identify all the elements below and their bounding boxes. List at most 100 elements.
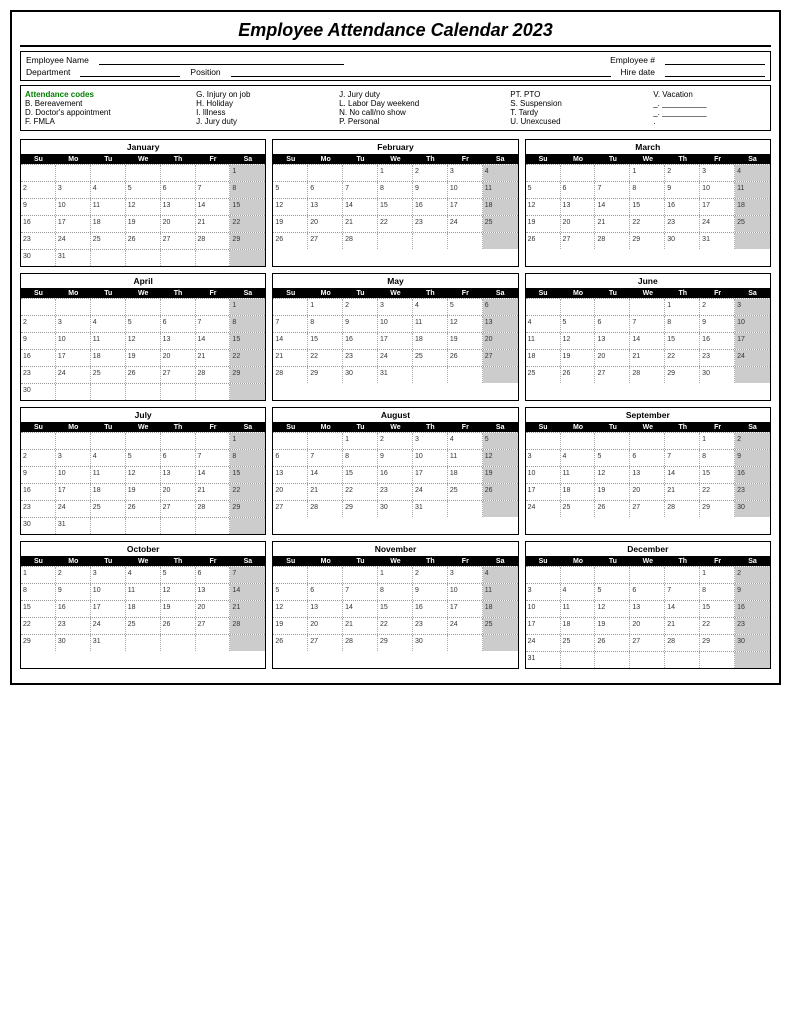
cal-cell bbox=[483, 367, 518, 383]
cal-cell: 13 bbox=[308, 601, 343, 617]
day-number: 9 bbox=[23, 470, 27, 477]
cal-cell: 12 bbox=[126, 199, 161, 215]
cal-cell: 7 bbox=[196, 182, 231, 198]
code-l: L. Labor Day weekend bbox=[339, 99, 508, 108]
cal-cell: 21 bbox=[196, 216, 231, 232]
day-header-sa: Sa bbox=[735, 289, 770, 298]
day-number: 1 bbox=[380, 570, 384, 577]
day-number: 2 bbox=[23, 453, 27, 460]
week-4: 262728 bbox=[273, 232, 517, 249]
cal-cell: 19 bbox=[595, 618, 630, 634]
cal-cell bbox=[735, 367, 770, 383]
calendar-september: SeptemberSuMoTuWeThFrSa12345678910111213… bbox=[525, 407, 771, 535]
week-1: 567891011 bbox=[273, 583, 517, 600]
week-3: 18192021222324 bbox=[526, 349, 770, 366]
cal-cell bbox=[526, 299, 561, 315]
day-number: 8 bbox=[380, 185, 384, 192]
day-number: 22 bbox=[667, 353, 675, 360]
day-number: 1 bbox=[23, 570, 27, 577]
cal-cell: 25 bbox=[91, 501, 126, 517]
day-number: 29 bbox=[232, 370, 240, 377]
day-number: 24 bbox=[450, 621, 458, 628]
day-number: 7 bbox=[310, 453, 314, 460]
code-n: N. No call/no show bbox=[339, 108, 508, 117]
day-number: 21 bbox=[310, 487, 318, 494]
day-number: 22 bbox=[232, 487, 240, 494]
day-headers: SuMoTuWeThFrSa bbox=[273, 423, 517, 432]
cal-cell: 25 bbox=[561, 635, 596, 651]
cal-cell: 21 bbox=[665, 618, 700, 634]
cal-cell bbox=[273, 165, 308, 181]
day-number: 11 bbox=[485, 185, 492, 192]
day-number: 14 bbox=[345, 202, 353, 209]
cal-cell: 6 bbox=[161, 182, 196, 198]
day-number: 2 bbox=[737, 570, 741, 577]
day-number: 3 bbox=[450, 168, 454, 175]
cal-cell: 19 bbox=[448, 333, 483, 349]
day-number: 11 bbox=[128, 587, 135, 594]
cal-cell: 6 bbox=[595, 316, 630, 332]
day-number: 5 bbox=[597, 453, 601, 460]
cal-cell: 2 bbox=[21, 450, 56, 466]
day-number: 28 bbox=[275, 370, 283, 377]
calendar-november: NovemberSuMoTuWeThFrSa123456789101112131… bbox=[272, 541, 518, 669]
day-header-th: Th bbox=[413, 155, 448, 164]
day-number: 27 bbox=[163, 236, 171, 243]
cal-cell: 16 bbox=[56, 601, 91, 617]
day-number: 13 bbox=[198, 587, 206, 594]
day-number: 8 bbox=[232, 453, 236, 460]
cal-cell: 17 bbox=[378, 333, 413, 349]
day-number: 30 bbox=[58, 638, 66, 645]
week-0: 1 bbox=[21, 298, 265, 315]
cal-cell: 28 bbox=[196, 367, 231, 383]
calendar-may: MaySuMoTuWeThFrSa12345678910111213141516… bbox=[272, 273, 518, 401]
day-number: 17 bbox=[450, 604, 458, 611]
day-number: 28 bbox=[597, 236, 605, 243]
week-0: 1 bbox=[21, 164, 265, 181]
cal-cell: 24 bbox=[378, 350, 413, 366]
cal-cell: 11 bbox=[561, 467, 596, 483]
code-h: H. Holiday bbox=[196, 99, 337, 108]
day-number: 5 bbox=[450, 302, 454, 309]
day-number: 19 bbox=[528, 219, 536, 226]
codes-col1: Attendance codes B. Bereavement D. Docto… bbox=[25, 90, 194, 126]
day-number: 13 bbox=[632, 604, 640, 611]
cal-cell: 5 bbox=[273, 584, 308, 600]
cal-cell: 16 bbox=[343, 333, 378, 349]
day-number: 8 bbox=[702, 453, 706, 460]
cal-cell: 8 bbox=[343, 450, 378, 466]
week-4: 252627282930 bbox=[526, 366, 770, 383]
cal-cell bbox=[273, 433, 308, 449]
day-header-we: We bbox=[126, 423, 161, 432]
day-number: 7 bbox=[275, 319, 279, 326]
cal-cell: 28 bbox=[273, 367, 308, 383]
day-number: 28 bbox=[345, 638, 353, 645]
cal-cell: 30 bbox=[21, 518, 56, 534]
cal-cell: 11 bbox=[448, 450, 483, 466]
day-number: 23 bbox=[23, 236, 31, 243]
day-number: 4 bbox=[563, 453, 567, 460]
cal-cell: 19 bbox=[161, 601, 196, 617]
day-number: 14 bbox=[198, 470, 206, 477]
day-number: 22 bbox=[380, 219, 388, 226]
cal-cell: 17 bbox=[56, 216, 91, 232]
cal-cell: 20 bbox=[561, 216, 596, 232]
day-number: 10 bbox=[528, 470, 536, 477]
cal-cell: 27 bbox=[161, 501, 196, 517]
week-4: 24252627282930 bbox=[526, 500, 770, 517]
week-4: 2627282930 bbox=[273, 634, 517, 651]
day-number: 15 bbox=[232, 336, 240, 343]
cal-cell bbox=[126, 433, 161, 449]
day-header-tu: Tu bbox=[595, 557, 630, 566]
cal-cell: 9 bbox=[735, 450, 770, 466]
day-number: 12 bbox=[597, 604, 605, 611]
week-2: 11121314151617 bbox=[526, 332, 770, 349]
cal-cell: 19 bbox=[273, 216, 308, 232]
day-header-su: Su bbox=[273, 557, 308, 566]
day-number: 23 bbox=[23, 504, 31, 511]
day-number: 20 bbox=[563, 219, 571, 226]
day-header-su: Su bbox=[526, 423, 561, 432]
cal-cell: 27 bbox=[308, 635, 343, 651]
day-number: 2 bbox=[23, 185, 27, 192]
cal-cell: 16 bbox=[21, 216, 56, 232]
